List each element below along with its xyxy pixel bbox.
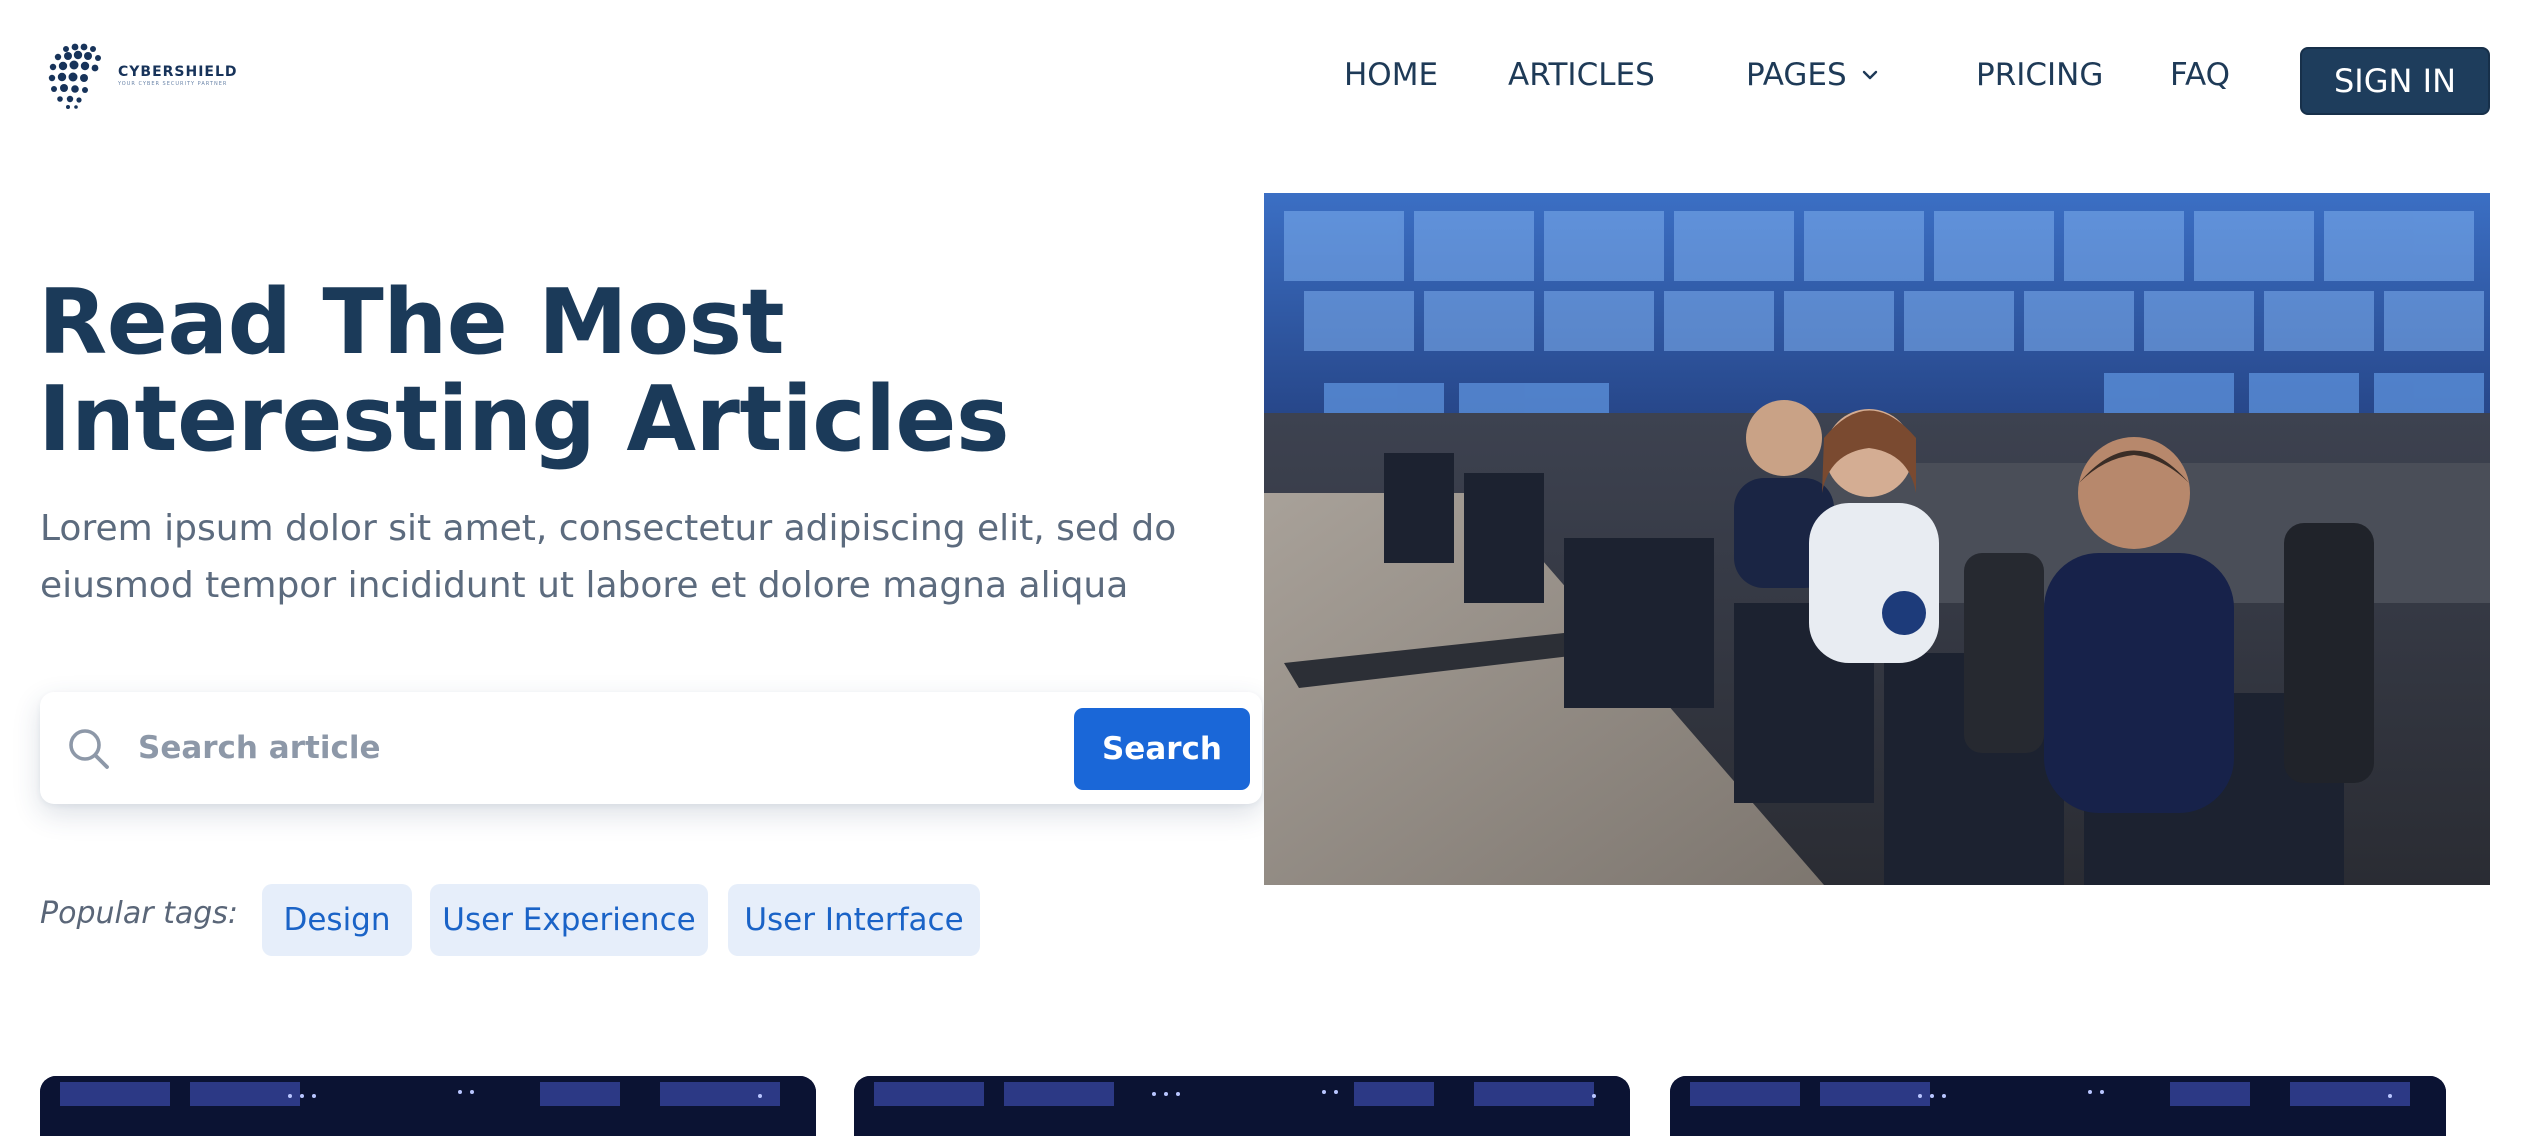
- article-card[interactable]: [854, 1076, 1630, 1136]
- tag-user-experience[interactable]: User Experience: [430, 884, 708, 956]
- security-operations-illustration: [1264, 193, 2490, 885]
- tag-user-interface[interactable]: User Interface: [728, 884, 980, 956]
- hero-title-line-1: Read The Most: [38, 270, 785, 375]
- nav-item-home[interactable]: HOME: [1344, 52, 1438, 98]
- chevron-down-icon: [1862, 70, 1877, 80]
- search-icon: [69, 729, 109, 769]
- hero-subtitle: Lorem ipsum dolor sit amet, consectetur …: [40, 500, 1240, 614]
- hero-subtitle-line-1: Lorem ipsum dolor sit amet, consectetur …: [40, 508, 1177, 549]
- popular-tags-label: Popular tags:: [40, 896, 239, 931]
- nav-item-pages[interactable]: PAGES: [1746, 52, 1879, 98]
- site-header: CYBERSHIELD YOUR CYBER SECURITY PARTNER …: [0, 0, 2524, 150]
- article-card[interactable]: [1670, 1076, 2446, 1136]
- main-nav: HOME ARTICLES PAGES PRICING FAQ: [0, 52, 2524, 98]
- hero-image: [1264, 193, 2490, 885]
- hero-title-line-2: Interesting Articles: [38, 367, 1010, 472]
- hero-subtitle-line-2: eiusmod tempor incididunt ut labore et d…: [40, 565, 1129, 606]
- article-card-image: [854, 1076, 1630, 1136]
- nav-item-pages-label: PAGES: [1746, 57, 1847, 93]
- article-search-bar: Search: [40, 692, 1262, 804]
- tag-design[interactable]: Design: [262, 884, 412, 956]
- nav-item-pricing[interactable]: PRICING: [1976, 52, 2103, 98]
- nav-item-faq[interactable]: FAQ: [2170, 52, 2230, 98]
- search-button[interactable]: Search: [1074, 708, 1250, 790]
- hero-title: Read The Most Interesting Articles: [38, 274, 1238, 468]
- search-article-input[interactable]: [136, 720, 1036, 776]
- sign-in-button[interactable]: SIGN IN: [2300, 47, 2490, 115]
- nav-item-articles[interactable]: ARTICLES: [1508, 52, 1655, 98]
- article-card-image: [40, 1076, 816, 1136]
- article-card-image: [1670, 1076, 2446, 1136]
- article-card[interactable]: [40, 1076, 816, 1136]
